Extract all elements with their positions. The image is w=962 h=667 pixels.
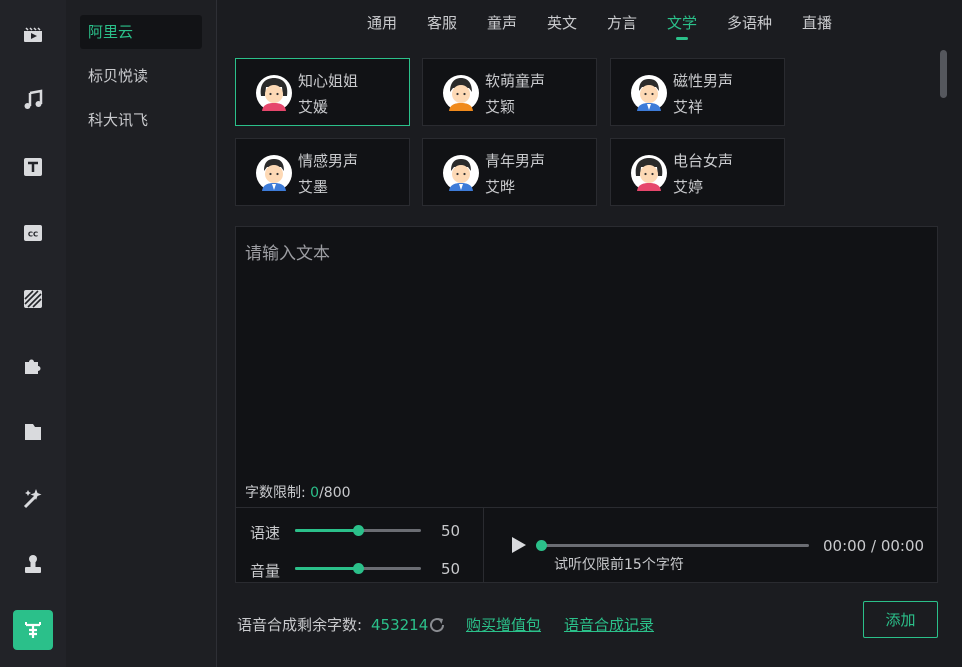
provider-list: 阿里云 标贝悦读 科大讯飞 (66, 0, 217, 667)
volume-slider-handle[interactable] (353, 563, 364, 574)
voice-card[interactable]: 知心姐姐 艾媛 (235, 58, 410, 126)
female-avatar-icon (631, 155, 667, 191)
filter-icon[interactable] (13, 279, 53, 319)
slider-group: 语速 50 音量 50 (236, 508, 484, 582)
scrollbar-thumb[interactable] (940, 50, 947, 98)
music-icon[interactable] (13, 80, 53, 120)
voice-card[interactable]: 软萌童声 艾颖 (422, 58, 597, 126)
male-avatar-icon (443, 155, 479, 191)
audio-controls: 语速 50 音量 50 00:00 / 00:00 试听仅限前15个字符 (235, 507, 938, 583)
male-avatar-icon (256, 155, 292, 191)
caption-icon[interactable]: CC (13, 213, 53, 253)
provider-biaobei[interactable]: 标贝悦读 (80, 59, 202, 93)
tab-child[interactable]: 童声 (487, 12, 517, 33)
child-avatar-icon (443, 75, 479, 111)
tab-service[interactable]: 客服 (427, 12, 457, 33)
play-icon[interactable] (511, 536, 527, 554)
voice-card[interactable]: 磁性男声 艾祥 (610, 58, 785, 126)
volume-fill (295, 567, 358, 570)
folder-icon[interactable] (13, 412, 53, 452)
provider-iflytek[interactable]: 科大讯飞 (80, 103, 202, 137)
speed-label: 语速 (250, 524, 281, 542)
voice-speaker: 艾墨 (298, 178, 329, 196)
remaining-label: 语音合成剩余字数: (237, 616, 363, 634)
voice-name: 知心姐姐 (298, 72, 359, 90)
buy-package-link[interactable]: 购买增值包 (466, 614, 541, 636)
voice-speaker: 艾颖 (485, 98, 516, 116)
tts-main-panel: 通用 客服 童声 英文 方言 文学 多语种 直播 知心姐姐 艾媛 软萌童声 艾颖… (218, 0, 962, 667)
voice-name: 软萌童声 (485, 72, 546, 90)
voice-speaker: 艾晔 (485, 178, 516, 196)
tab-general[interactable]: 通用 (367, 12, 397, 33)
add-button[interactable]: 添加 (863, 601, 938, 638)
voice-name: 电台女声 (673, 152, 734, 170)
effect-icon[interactable] (13, 478, 53, 518)
speed-fill (295, 529, 358, 532)
sticker-icon[interactable] (13, 544, 53, 584)
preview-progress-handle[interactable] (536, 540, 547, 551)
char-limit-label: 字数限制: (245, 485, 311, 501)
voice-speaker: 艾媛 (298, 98, 329, 116)
media-icon[interactable] (13, 14, 53, 54)
category-tabs: 通用 客服 童声 英文 方言 文学 多语种 直播 (218, 0, 962, 44)
provider-aliyun[interactable]: 阿里云 (80, 15, 202, 49)
voice-card[interactable]: 青年男声 艾晔 (422, 138, 597, 206)
icon-rail: CC (0, 0, 66, 667)
volume-value: 50 (441, 560, 461, 578)
text-input-placeholder: 请输入文本 (245, 244, 330, 264)
char-count: 0 (310, 485, 320, 501)
synthesis-history-link[interactable]: 语音合成记录 (564, 614, 654, 636)
remaining-count: 453214 (371, 616, 429, 634)
tab-live[interactable]: 直播 (802, 12, 832, 33)
volume-label: 音量 (250, 562, 281, 580)
char-limit: 字数限制: 0/800 (245, 482, 351, 502)
volume-slider[interactable] (295, 563, 421, 574)
svg-text:CC: CC (28, 231, 38, 239)
text-icon[interactable] (13, 147, 53, 187)
char-max: /800 (319, 485, 351, 501)
voice-speaker: 艾婷 (673, 178, 704, 196)
tab-multilingual[interactable]: 多语种 (727, 12, 772, 33)
male-avatar-icon (631, 75, 667, 111)
voice-speaker: 艾祥 (673, 98, 704, 116)
tab-dialect[interactable]: 方言 (607, 12, 637, 33)
speed-value: 50 (441, 522, 461, 540)
voice-name: 青年男声 (485, 152, 546, 170)
voice-name: 情感男声 (298, 152, 359, 170)
voice-card[interactable]: 情感男声 艾墨 (235, 138, 410, 206)
voice-card[interactable]: 电台女声 艾婷 (610, 138, 785, 206)
tab-literature[interactable]: 文学 (667, 12, 697, 40)
plugin-icon[interactable] (13, 345, 53, 385)
tab-english[interactable]: 英文 (547, 12, 577, 33)
voice-name: 磁性男声 (673, 72, 734, 90)
female-avatar-icon (256, 75, 292, 111)
preview-hint: 试听仅限前15个字符 (554, 557, 684, 573)
preview-progress[interactable] (536, 540, 809, 551)
refresh-icon[interactable] (428, 616, 446, 634)
text-input-area[interactable]: 请输入文本 字数限制: 0/800 (235, 226, 938, 508)
speed-slider[interactable] (295, 525, 421, 536)
tts-icon[interactable] (13, 610, 53, 650)
preview-time: 00:00 / 00:00 (823, 537, 925, 555)
speed-slider-handle[interactable] (353, 525, 364, 536)
